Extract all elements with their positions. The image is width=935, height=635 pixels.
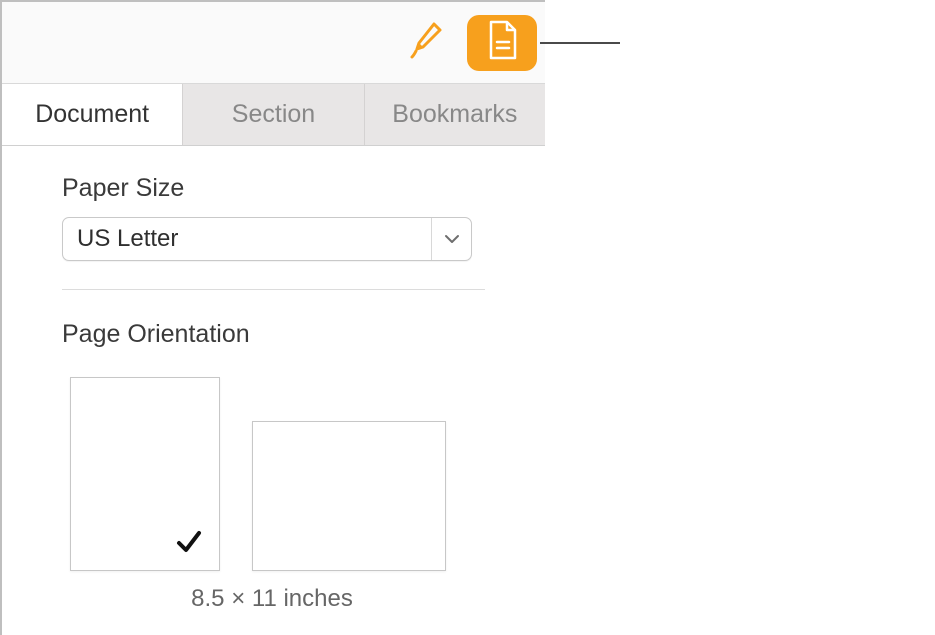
tab-label: Section: [232, 100, 315, 129]
tab-section[interactable]: Section: [183, 84, 364, 145]
tab-label: Document: [35, 100, 149, 129]
checkmark-icon: [175, 529, 203, 560]
inspector-panel: Document Section Bookmarks Paper Size US…: [0, 0, 545, 635]
document-page-icon: [483, 18, 521, 67]
paper-size-value: US Letter: [63, 225, 431, 253]
tab-label: Bookmarks: [392, 100, 517, 129]
content-area: Paper Size US Letter Page Orientation: [2, 146, 545, 613]
format-brush-icon: [407, 19, 449, 66]
tab-document[interactable]: Document: [2, 84, 183, 145]
tab-bar: Document Section Bookmarks: [2, 84, 545, 146]
page-dimensions: 8.5 × 11 inches: [32, 585, 482, 613]
format-button[interactable]: [393, 15, 463, 71]
chevron-down-icon: [431, 218, 471, 260]
orientation-portrait-button[interactable]: [70, 377, 220, 571]
orientation-options: [32, 377, 515, 571]
page-orientation-label: Page Orientation: [32, 320, 515, 349]
toolbar: [2, 2, 545, 84]
orientation-landscape-button[interactable]: [252, 421, 446, 571]
divider: [62, 289, 485, 290]
document-button[interactable]: [467, 15, 537, 71]
tab-bookmarks[interactable]: Bookmarks: [365, 84, 545, 145]
paper-size-select[interactable]: US Letter: [62, 217, 472, 261]
callout-line: [540, 42, 620, 44]
paper-size-label: Paper Size: [32, 174, 515, 203]
